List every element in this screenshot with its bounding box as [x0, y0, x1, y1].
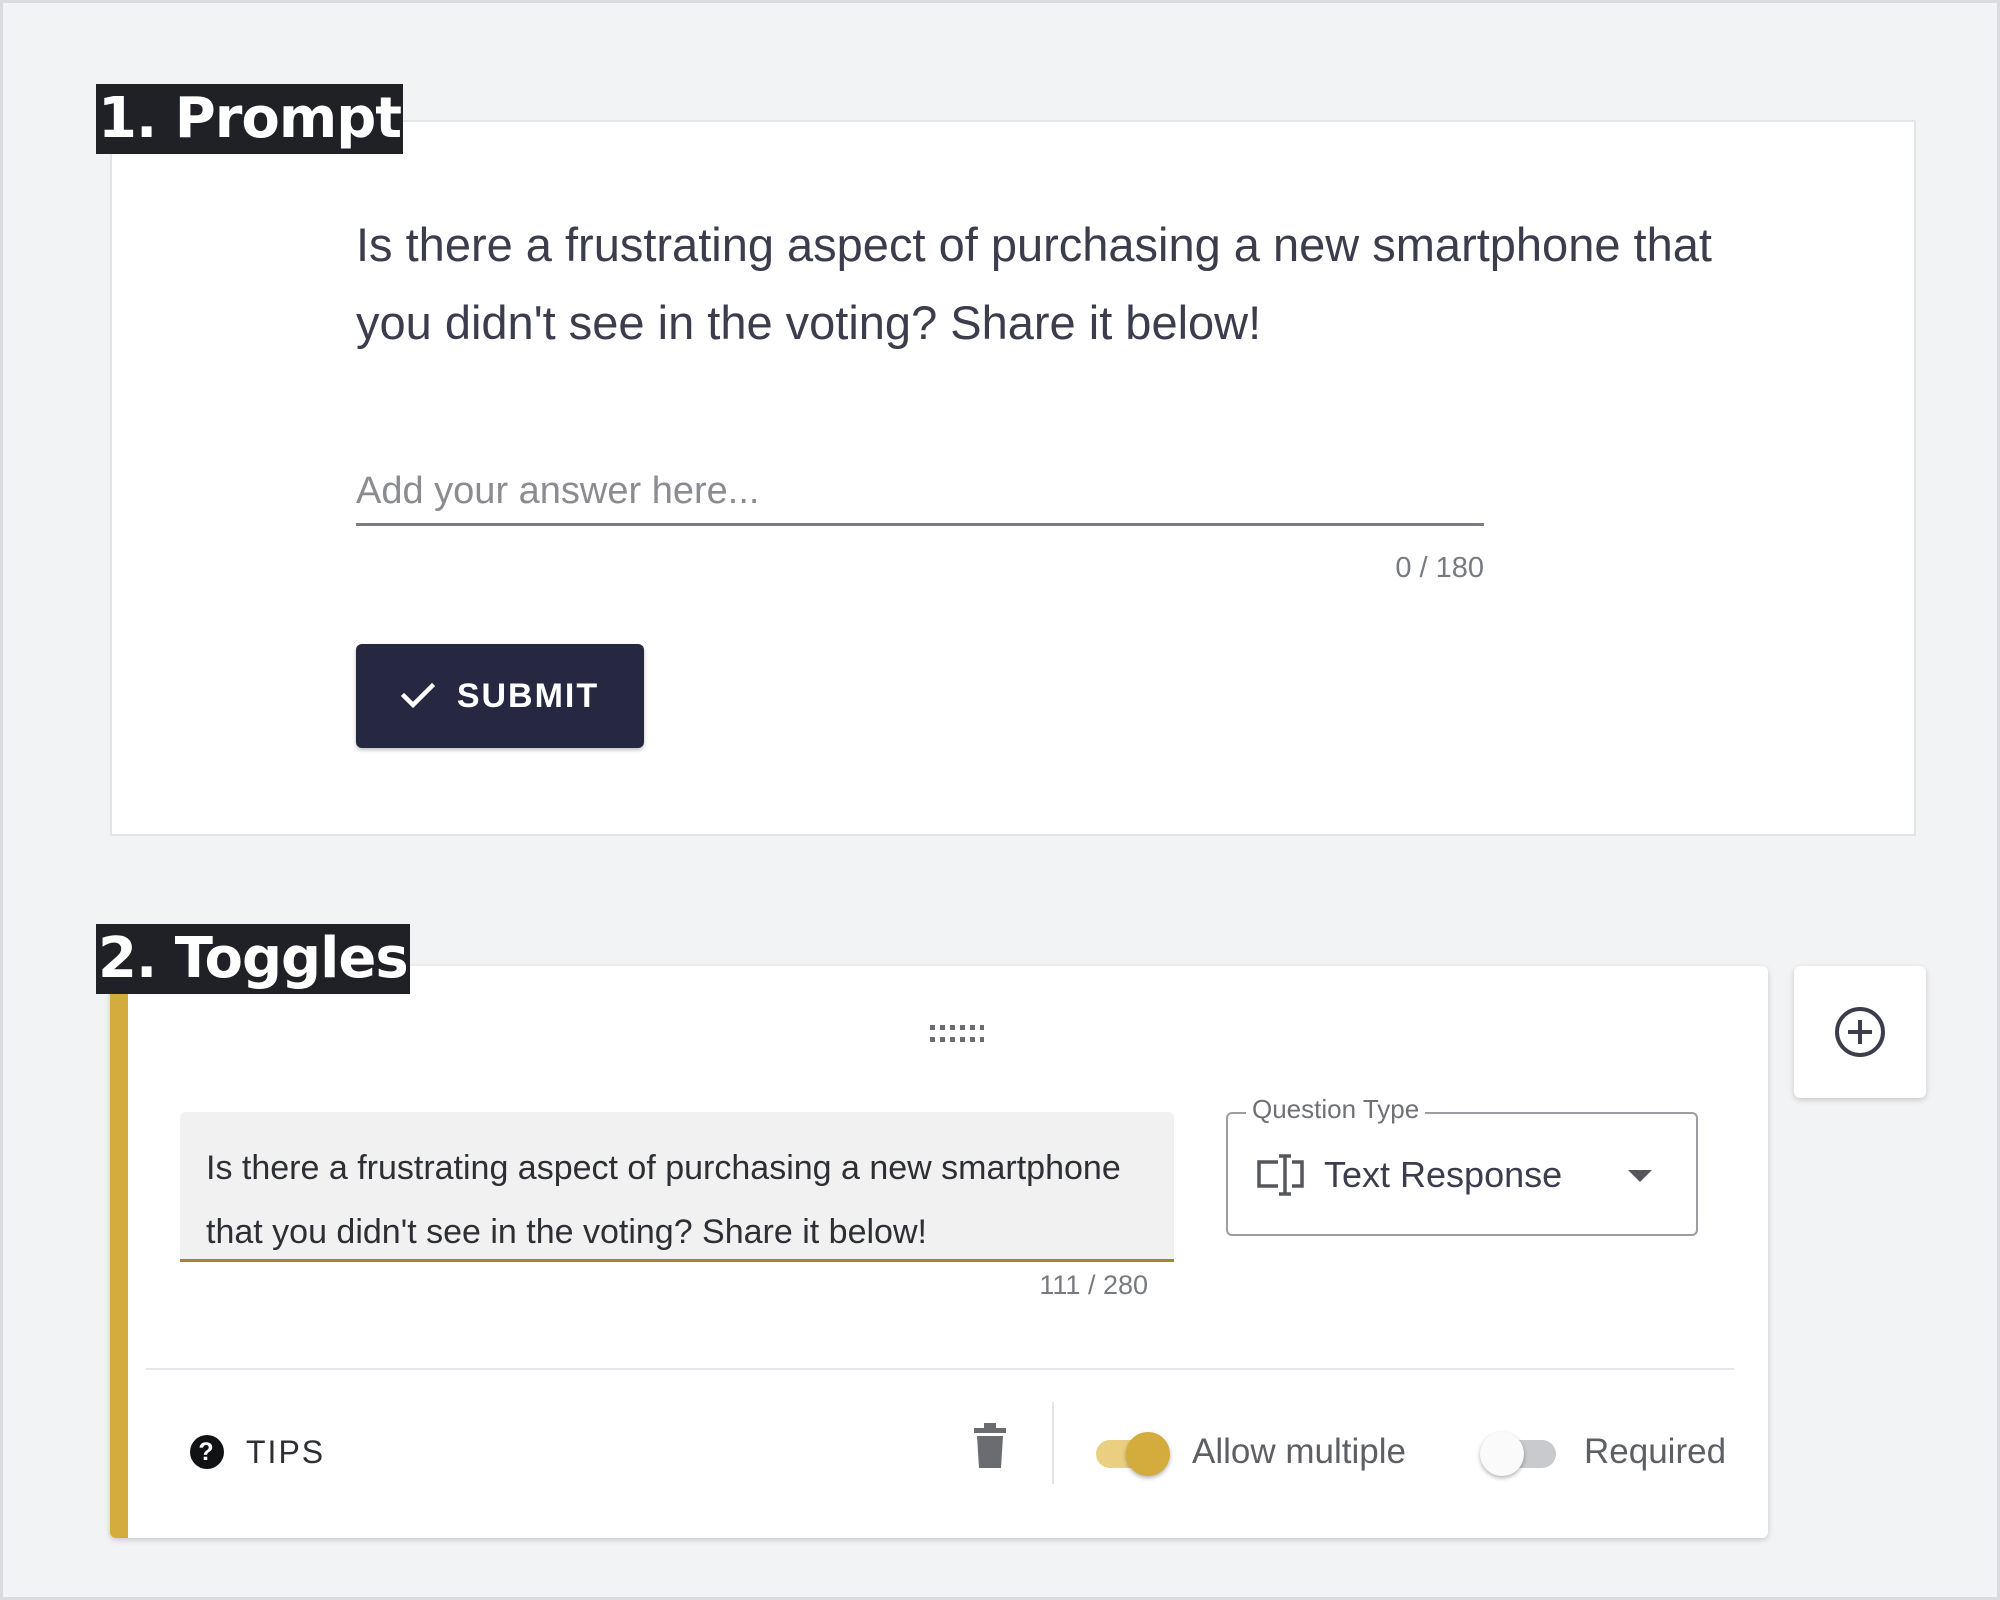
add-circle-icon: [1835, 1007, 1885, 1057]
allow-multiple-toggle[interactable]: [1096, 1432, 1170, 1476]
toggle-knob: [1126, 1432, 1170, 1476]
submit-label: SUBMIT: [456, 676, 600, 715]
section-label-toggles: 2. Toggles: [96, 924, 410, 994]
check-icon: [400, 682, 435, 709]
tips-label: TIPS: [246, 1433, 326, 1470]
toggle-knob: [1480, 1432, 1524, 1476]
answer-input[interactable]: [356, 460, 1484, 526]
help-icon: ?: [190, 1435, 224, 1469]
text-field-icon: [1257, 1154, 1304, 1196]
tips-button[interactable]: ? TIPS: [190, 1424, 325, 1480]
answer-character-counter: 0 / 180: [1395, 552, 1484, 584]
required-toggle[interactable]: [1480, 1432, 1556, 1476]
drag-handle-icon[interactable]: [928, 1022, 984, 1046]
question-character-counter: 111 / 280: [1039, 1270, 1148, 1300]
required-label: Required: [1584, 1432, 1727, 1471]
question-text-field[interactable]: Is there a frustrating aspect of purchas…: [180, 1112, 1174, 1262]
prompt-card: Is there a frustrating aspect of purchas…: [110, 120, 1916, 836]
section-label-prompt: 1. Prompt: [96, 84, 404, 154]
question-type-value: Text Response: [1324, 1154, 1563, 1195]
trash-icon[interactable]: [970, 1422, 1010, 1470]
question-type-label: Question Type: [1246, 1094, 1426, 1125]
question-editor-card: Is there a frustrating aspect of purchas…: [110, 966, 1768, 1538]
submit-button[interactable]: SUBMIT: [356, 644, 644, 748]
chevron-down-icon: [1628, 1170, 1652, 1182]
footer-vertical-divider: [1052, 1402, 1054, 1484]
footer-divider: [146, 1368, 1734, 1370]
add-question-button[interactable]: [1794, 966, 1926, 1098]
question-type-select[interactable]: Question Type Text Response: [1226, 1094, 1698, 1236]
prompt-question: Is there a frustrating aspect of purchas…: [356, 218, 1712, 349]
allow-multiple-label: Allow multiple: [1192, 1432, 1406, 1471]
